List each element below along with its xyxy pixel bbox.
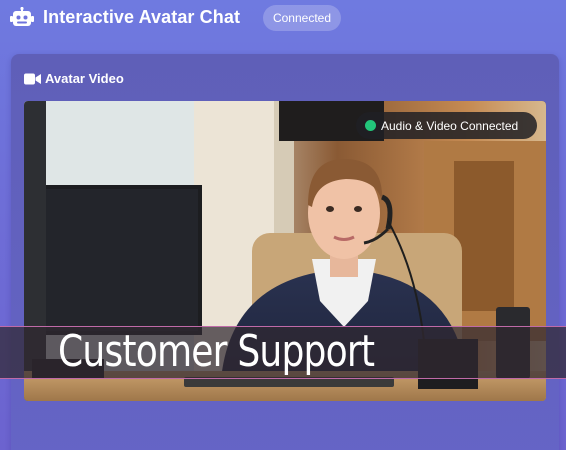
status-dot-icon xyxy=(365,120,376,131)
panel-title: Avatar Video xyxy=(45,71,124,86)
app-title: Interactive Avatar Chat xyxy=(43,7,241,27)
header-bar: Interactive Avatar Chat Connected xyxy=(0,0,566,36)
video-camera-icon xyxy=(24,73,41,84)
robot-icon xyxy=(10,7,34,26)
avatar-video-panel: Avatar Video Audio & Video Connected xyxy=(11,54,559,450)
audio-video-status-text: Audio & Video Connected xyxy=(381,118,519,133)
audio-video-status-badge: Audio & Video Connected xyxy=(356,112,537,139)
caption-text: Customer Support xyxy=(58,326,375,377)
panel-header: Avatar Video xyxy=(24,71,124,86)
connection-status-badge: Connected xyxy=(263,5,341,31)
